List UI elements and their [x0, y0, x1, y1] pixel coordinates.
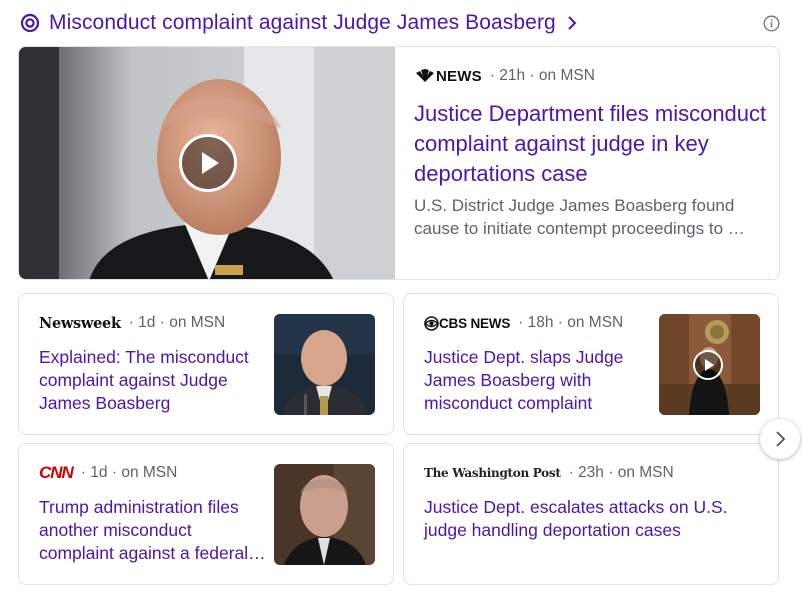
news-card-newsweek[interactable]: Newsweek · 1d · on MSN Explained: The mi… — [18, 293, 394, 435]
cnn-logo: CNN — [39, 463, 74, 482]
article-meta: · 1d · on MSN — [80, 464, 178, 481]
info-icon[interactable] — [763, 15, 780, 32]
play-icon — [705, 359, 714, 371]
washington-post-logo: The Washington Post — [424, 466, 561, 480]
featured-snippet: U.S. District Judge James Boasberg found… — [414, 196, 745, 238]
circle-ring-icon — [20, 13, 40, 33]
featured-meta: NEWS · 21h · on MSN — [414, 65, 595, 87]
cbs-eye-logo — [424, 315, 439, 331]
featured-news-card[interactable]: NEWS · 21h · on MSN Justice Department f… — [18, 46, 780, 280]
card-headline-link[interactable]: Explained: The misconduct complaint agai… — [39, 346, 271, 415]
chevron-right-icon — [568, 16, 577, 30]
card-thumbnail[interactable] — [274, 314, 375, 415]
judge-photo-image — [274, 464, 375, 565]
card-meta: The Washington Post · 23h · on MSN — [424, 462, 674, 484]
card-headline-link[interactable]: Trump administration files another misco… — [39, 496, 271, 565]
carousel-next-button[interactable] — [760, 419, 800, 459]
cbs-news-logo: CBS NEWS — [424, 316, 510, 331]
featured-thumbnail[interactable] — [19, 47, 395, 279]
card-thumbnail[interactable] — [274, 464, 375, 565]
newsweek-logo: Newsweek — [39, 314, 121, 332]
news-card-cbs[interactable]: CBS NEWS · 18h · on MSN Justice Dept. sl… — [403, 293, 779, 435]
play-icon — [202, 152, 219, 174]
topic-title[interactable]: Misconduct complaint against Judge James… — [49, 11, 556, 35]
news-card-cnn[interactable]: CNN · 1d · on MSN Trump administration f… — [18, 443, 394, 585]
card-meta: Newsweek · 1d · on MSN — [39, 312, 225, 334]
play-video-button[interactable] — [693, 350, 723, 380]
nbc-peacock-logo — [416, 69, 434, 82]
card-thumbnail[interactable] — [659, 314, 760, 415]
article-meta: · 21h · on MSN — [489, 67, 595, 84]
news-card-washington-post[interactable]: The Washington Post · 23h · on MSN Justi… — [403, 443, 779, 585]
card-meta: CNN · 1d · on MSN — [39, 462, 177, 484]
play-video-button[interactable] — [179, 134, 237, 192]
card-meta: CBS NEWS · 18h · on MSN — [424, 312, 623, 334]
card-headline-link[interactable]: Justice Dept. slaps Judge James Boasberg… — [424, 346, 656, 415]
nbc-news-logo: NEWS — [414, 68, 482, 85]
article-meta: · 18h · on MSN — [518, 314, 624, 331]
card-headline-link[interactable]: Justice Dept. escalates attacks on U.S. … — [424, 496, 764, 542]
judge-photo-image — [274, 314, 375, 415]
chevron-right-icon — [776, 431, 786, 447]
article-meta: · 23h · on MSN — [568, 464, 674, 481]
featured-headline-link[interactable]: Justice Department files misconduct comp… — [414, 99, 769, 189]
topic-header[interactable]: Misconduct complaint against Judge James… — [20, 8, 578, 38]
article-meta: · 1d · on MSN — [128, 314, 226, 331]
